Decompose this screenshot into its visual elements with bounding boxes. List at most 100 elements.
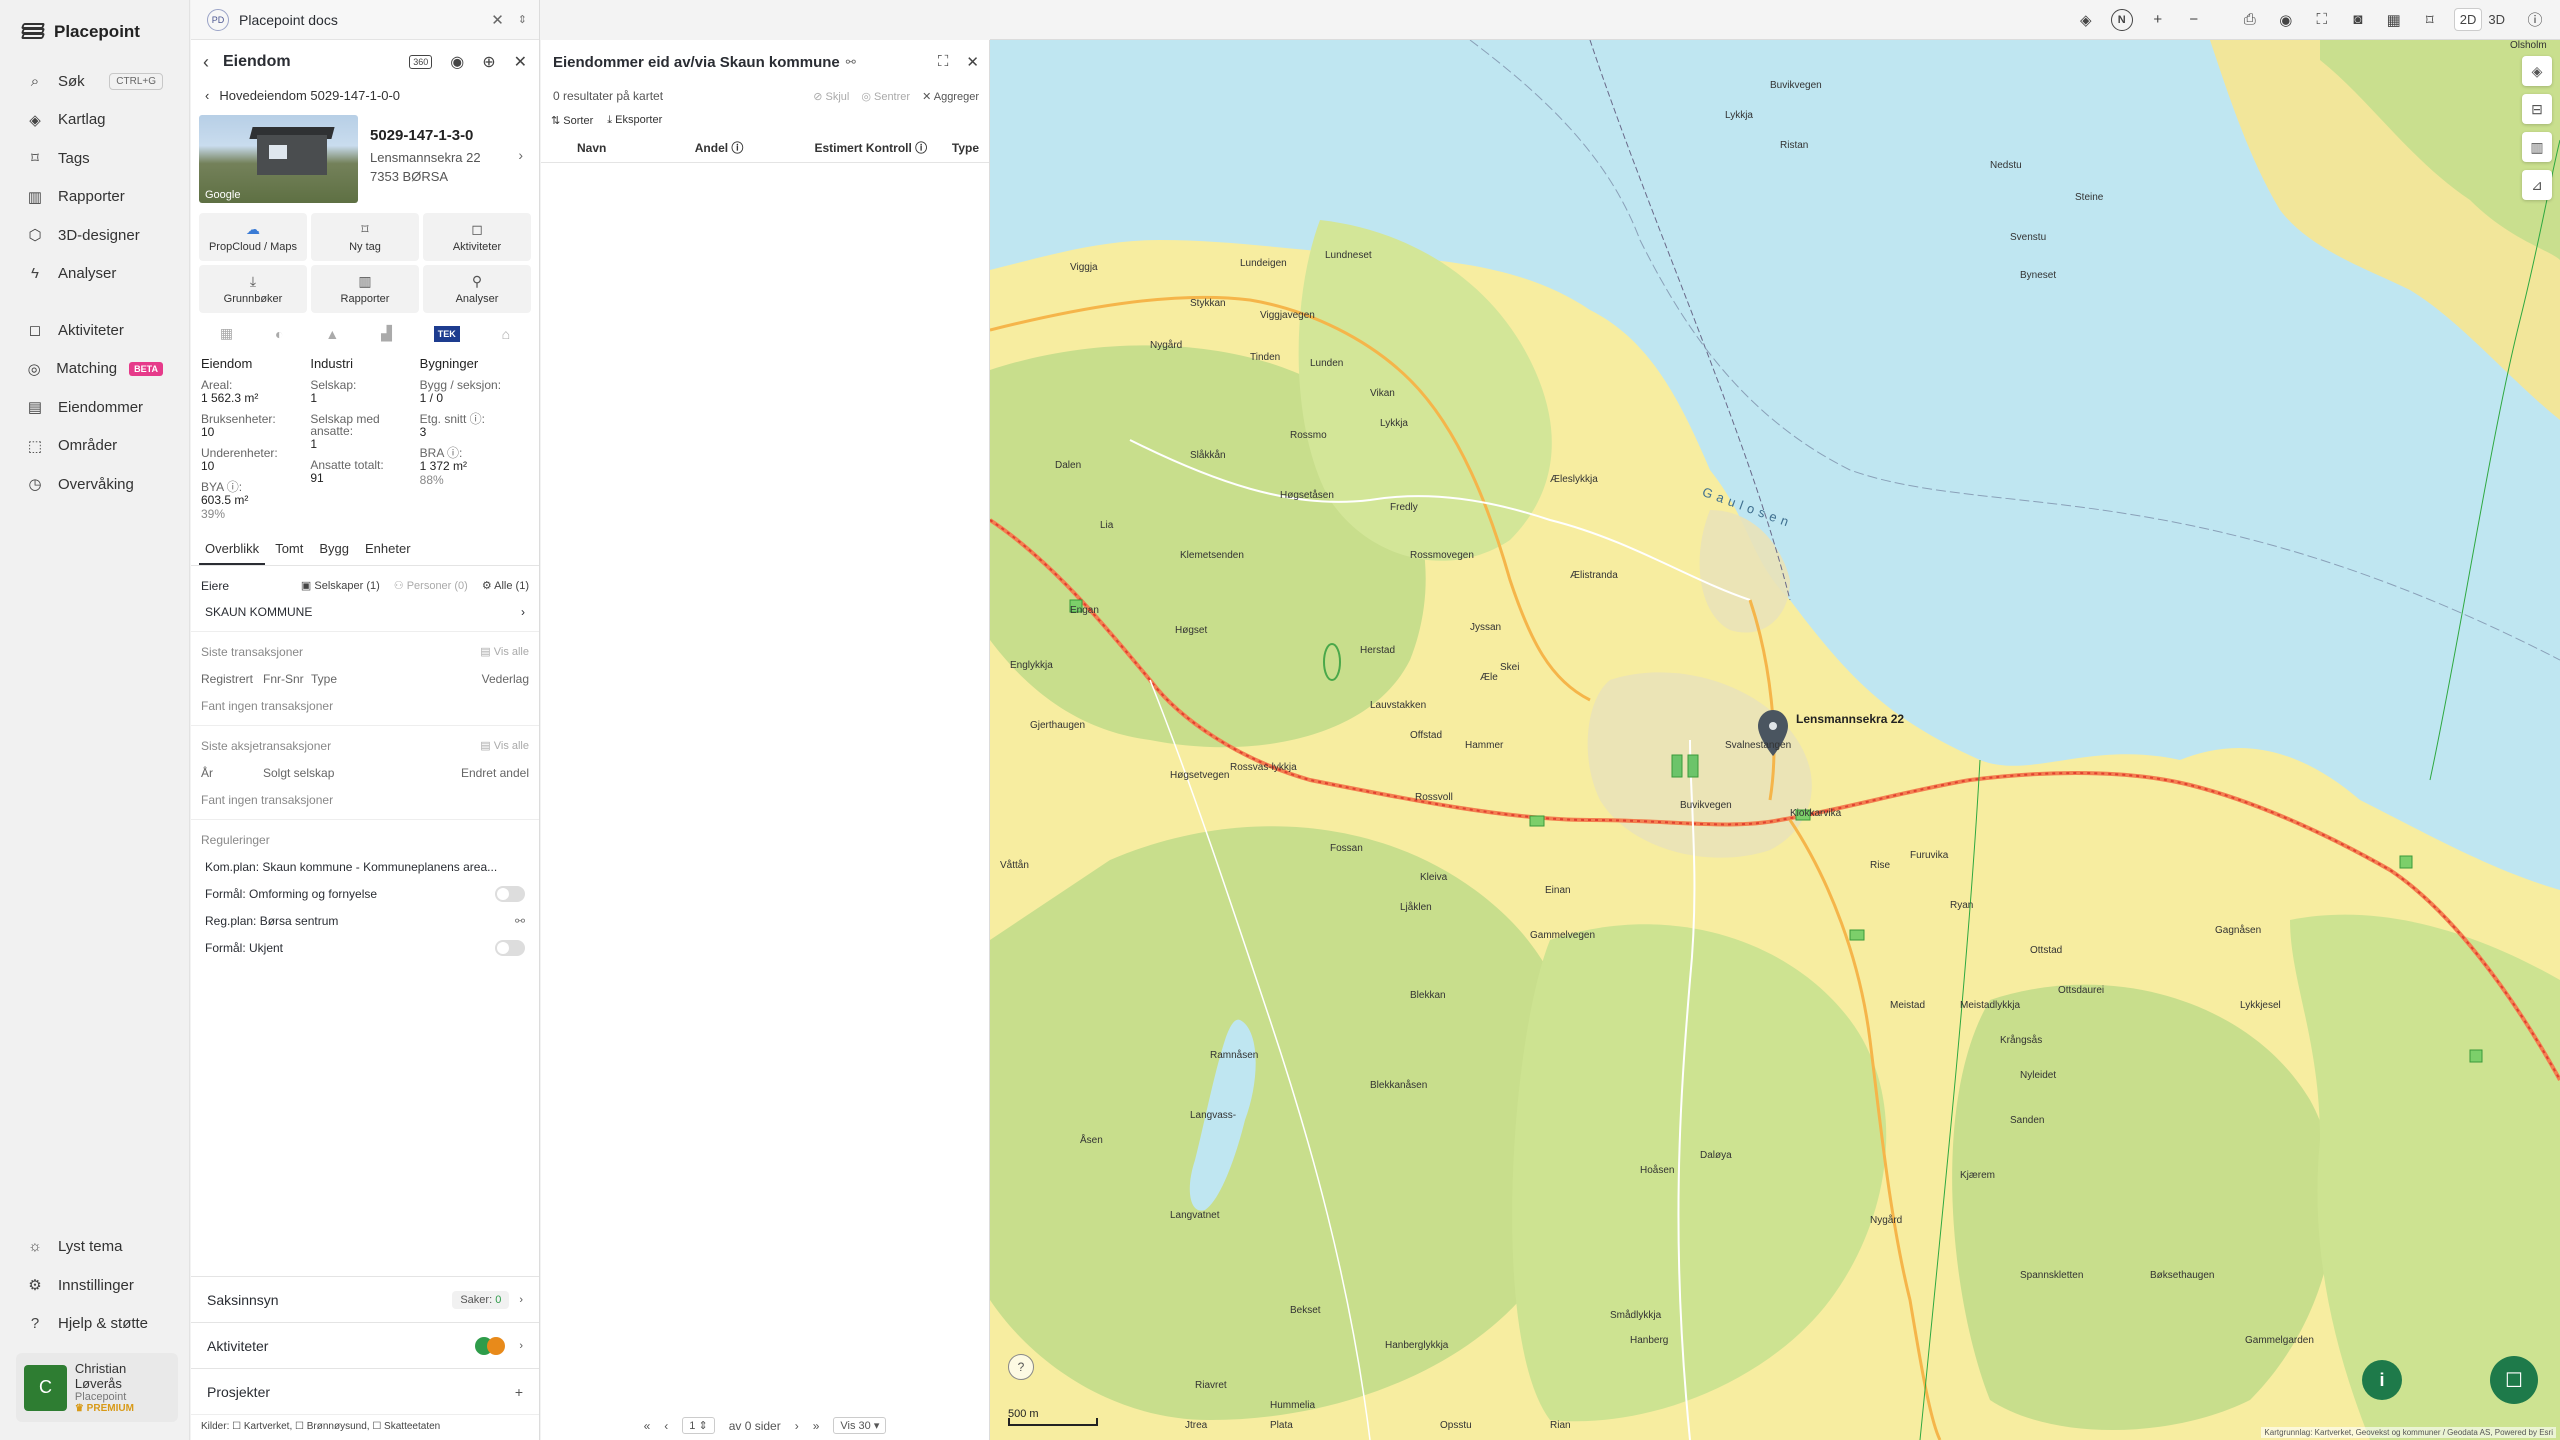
back-icon[interactable]: ‹ bbox=[203, 52, 209, 73]
regulation-item[interactable]: Kom.plan: Skaun kommune - Kommuneplanens… bbox=[201, 853, 529, 880]
bar-chart-icon[interactable]: ▟ bbox=[381, 325, 392, 342]
nav-item-matching[interactable]: ◎ Matching BETA bbox=[0, 350, 189, 389]
layers-stack-icon[interactable]: ◈ bbox=[2522, 56, 2552, 86]
tab-tomt[interactable]: Tomt bbox=[269, 535, 309, 565]
user-card[interactable]: C Christian Løverås Placepoint ♛ PREMIUM bbox=[16, 1353, 178, 1422]
layers-stack-icon[interactable]: ◈ bbox=[2075, 9, 2097, 31]
expand-icon[interactable]: ⛶ bbox=[938, 53, 949, 71]
factory-icon[interactable]: ▲ bbox=[325, 326, 339, 342]
mode-3d-button[interactable]: 3D bbox=[2483, 9, 2510, 30]
zoom-out-button[interactable]: − bbox=[2183, 9, 2205, 31]
nav-item-overvaking[interactable]: ◷ Overvåking bbox=[0, 465, 189, 504]
nav-item-omrader[interactable]: ⬚ Områder bbox=[0, 427, 189, 466]
nav-item-aktiviteter[interactable]: ◻ Aktiviteter bbox=[0, 311, 189, 350]
page-input[interactable]: 1 ⇕ bbox=[682, 1417, 715, 1434]
chevron-right-icon[interactable]: › bbox=[518, 147, 523, 163]
info-icon[interactable]: ⓘ bbox=[2524, 9, 2546, 31]
regulation-item[interactable]: Formål: Omforming og fornyelse bbox=[201, 880, 529, 907]
view-360-icon[interactable]: 360 bbox=[409, 55, 433, 69]
regulation-toggle[interactable] bbox=[495, 885, 525, 902]
last-page-icon[interactable]: » bbox=[813, 1419, 820, 1433]
aggregate-button[interactable]: ✕ Aggreger bbox=[922, 90, 979, 103]
column-navn[interactable]: Navn bbox=[577, 141, 695, 155]
map-canvas[interactable]: Gaulosen Viggja Lundeigen Lundneset Viggjave… bbox=[990, 40, 2560, 1440]
nav-item-rapporter[interactable]: ▥ Rapporter bbox=[0, 178, 189, 217]
docs-tab[interactable]: PD Placepoint docs ✕ ⇕ bbox=[191, 0, 539, 40]
column-andel[interactable]: Andel ⓘ bbox=[695, 139, 815, 156]
help-icon[interactable]: ? bbox=[1008, 1354, 1034, 1380]
new-tag-button[interactable]: ⌑ Ny tag bbox=[311, 213, 419, 261]
regulation-item[interactable]: Formål: Ukjent bbox=[201, 934, 529, 961]
propcloud-button[interactable]: ☁ PropCloud / Maps bbox=[199, 213, 307, 261]
show-all-share-transactions[interactable]: ▤ Vis alle bbox=[480, 739, 529, 752]
north-compass[interactable]: N bbox=[2110, 8, 2133, 31]
ruler-icon[interactable]: ⊿ bbox=[2522, 170, 2552, 200]
nav-item-tags[interactable]: ⌑ Tags bbox=[0, 139, 189, 178]
fullscreen-icon[interactable]: ⛶ bbox=[2311, 9, 2333, 31]
prosjekter-row[interactable]: Prosjekter + bbox=[191, 1368, 539, 1414]
saksinnsyn-row[interactable]: Saksinnsyn Saker: 0 › bbox=[191, 1276, 539, 1322]
link-icon[interactable]: ⚯ bbox=[846, 55, 856, 69]
measure-icon[interactable]: ⊟ bbox=[2522, 94, 2552, 124]
grunnboker-button[interactable]: ⤓ Grunnbøker bbox=[199, 265, 307, 313]
close-icon[interactable]: ✕ bbox=[514, 52, 527, 72]
nav-item-lyst-tema[interactable]: ☼ Lyst tema bbox=[0, 1228, 190, 1267]
app-logo[interactable]: Placepoint bbox=[0, 0, 189, 62]
tek-badge[interactable]: TEK bbox=[433, 325, 460, 342]
owner-row[interactable]: SKAUN KOMMUNE › bbox=[201, 599, 529, 625]
activities-button[interactable]: ◻ Aktiviteter bbox=[423, 213, 531, 261]
center-button[interactable]: ◎ Sentrer bbox=[861, 90, 910, 103]
grid-icon[interactable]: ▦ bbox=[220, 325, 233, 342]
eye-icon[interactable]: ◉ bbox=[2275, 9, 2297, 31]
tab-enheter[interactable]: Enheter bbox=[359, 535, 417, 565]
persons-filter[interactable]: ⚇ Personer (0) bbox=[394, 579, 468, 592]
property-card[interactable]: Google 5029-147-1-3-0 Lensmannsekra 22 7… bbox=[191, 115, 539, 203]
chart-icon[interactable]: ▥ bbox=[2522, 132, 2552, 162]
nav-item-analyser[interactable]: ϟ Analyser bbox=[0, 255, 189, 294]
nav-item-3d-designer[interactable]: ⬡ 3D-designer bbox=[0, 216, 189, 255]
bookmark-icon[interactable]: ⌑ bbox=[2419, 9, 2441, 31]
all-filter[interactable]: ⚙ Alle (1) bbox=[482, 579, 529, 592]
regulation-toggle[interactable] bbox=[495, 939, 525, 956]
nav-item-kartlag[interactable]: ◈ Kartlag bbox=[0, 101, 189, 140]
prev-page-icon[interactable]: ‹ bbox=[664, 1419, 668, 1433]
nav-item-hjelp[interactable]: ? Hjelp & støtte bbox=[0, 1305, 190, 1344]
add-icon[interactable]: ⊕ bbox=[482, 52, 495, 72]
close-icon[interactable]: ✕ bbox=[966, 53, 979, 71]
tab-bygg[interactable]: Bygg bbox=[313, 535, 355, 565]
qr-grid-icon[interactable]: ▦ bbox=[2383, 9, 2405, 31]
globe-icon[interactable]: ◐ bbox=[275, 326, 283, 342]
expand-collapse-icon[interactable]: ⇕ bbox=[518, 13, 527, 26]
first-page-icon[interactable]: « bbox=[644, 1419, 651, 1433]
home-icon[interactable]: ⌂ bbox=[502, 326, 510, 342]
mode-2d-button[interactable]: 2D bbox=[2454, 9, 2482, 30]
show-all-transactions[interactable]: ▤ Vis alle bbox=[480, 645, 529, 658]
camera-icon[interactable]: ◙ bbox=[2347, 9, 2369, 31]
next-page-icon[interactable]: › bbox=[795, 1419, 799, 1433]
column-estimert-kontroll[interactable]: Estimert Kontroll ⓘ bbox=[814, 139, 951, 156]
property-photo[interactable]: Google bbox=[199, 115, 358, 203]
eye-icon[interactable]: ◉ bbox=[450, 52, 464, 72]
reports-button[interactable]: ▥ Rapporter bbox=[311, 265, 419, 313]
nav-item-innstillinger[interactable]: ⚙ Innstillinger bbox=[0, 1266, 190, 1305]
info-fab-icon[interactable]: i bbox=[2362, 1360, 2402, 1400]
print-icon[interactable]: ⎙ bbox=[2239, 9, 2261, 31]
add-icon[interactable]: + bbox=[515, 1384, 523, 1400]
tab-overblikk[interactable]: Overblikk bbox=[199, 535, 266, 565]
link-icon[interactable]: ⚯ bbox=[515, 914, 525, 928]
zoom-in-button[interactable]: + bbox=[2147, 9, 2169, 31]
companies-filter[interactable]: ▣ Selskaper (1) bbox=[301, 579, 380, 592]
export-button[interactable]: ⤓ Eksporter bbox=[607, 114, 662, 127]
chat-support-icon[interactable]: ☐ bbox=[2490, 1356, 2538, 1404]
hide-button[interactable]: ⊘ Skjul bbox=[813, 90, 849, 103]
per-page-select[interactable]: Vis 30 ▾ bbox=[833, 1417, 887, 1434]
nav-item-search[interactable]: ⌕ Søk CTRL+G bbox=[0, 62, 189, 101]
analyses-button[interactable]: ⚲ Analyser bbox=[423, 265, 531, 313]
breadcrumb[interactable]: ‹ Hovedeiendom 5029-147-1-0-0 bbox=[191, 84, 539, 115]
nav-item-eiendommer[interactable]: ▤ Eiendommer bbox=[0, 388, 189, 427]
regulation-item[interactable]: Reg.plan: Børsa sentrum ⚯ bbox=[201, 907, 529, 934]
pin-label[interactable]: Lensmannsekra 22 bbox=[1796, 712, 1904, 726]
column-type[interactable]: Type bbox=[952, 141, 979, 155]
close-icon[interactable]: ✕ bbox=[491, 11, 504, 29]
aktiviteter-row[interactable]: Aktiviteter › bbox=[191, 1322, 539, 1368]
